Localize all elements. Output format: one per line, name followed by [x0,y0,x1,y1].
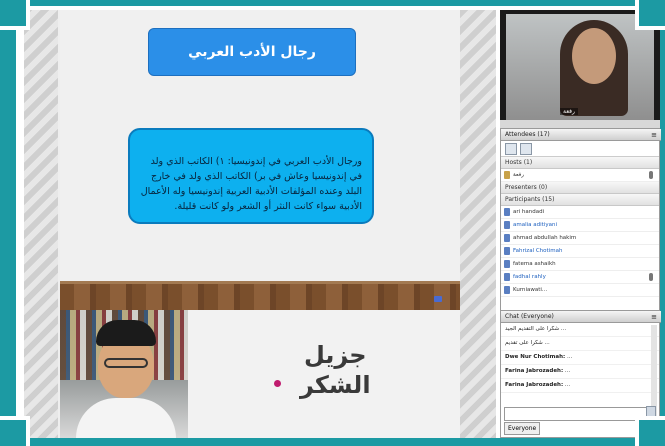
participants-group[interactable]: Participants (15) [501,194,659,206]
decorative-corner [635,0,665,30]
user-icon [504,286,510,294]
chat-header: Chat (Everyone) ≡ [501,311,661,323]
user-icon [504,260,510,268]
chat-message: Farina Jabrozadeh: ... [501,379,659,393]
user-icon [504,234,510,242]
pod-menu-icon[interactable]: ≡ [651,311,657,323]
slide-options-icon[interactable] [434,296,442,302]
thanks-text: جزيل الشكر [300,340,371,400]
attendee-row[interactable]: Kurniawati... [501,284,659,297]
chat-audience: (Everyone) [520,313,554,320]
chat-sender: Farina Jabrozadeh: [505,368,564,374]
right-panel: رفعة Attendees (17) ≡ Hosts (1) رفعة Pre… [500,10,661,438]
user-icon [504,208,510,216]
decorative-corner [635,416,665,446]
attendee-name: fadhal rahly [513,274,546,280]
chat-input[interactable] [504,407,649,421]
chat-text: شكرا على تقديم ... [505,340,550,346]
chat-message: شكرا على التقديم الجيد ... [501,323,659,337]
decorative-corner [0,416,30,446]
attendee-name: Fahrizal Chotimah [513,248,563,254]
chat-title: Chat [505,313,520,320]
attendee-row[interactable]: fatema ashaikh [501,258,659,271]
presenter-shirt [76,398,176,438]
user-icon [504,247,510,255]
decorative-corner [0,0,30,30]
chat-message: Dwe Nur Chotimah: ... [501,351,659,365]
microphone-icon [649,171,653,179]
chat-text: شكرا على التقديم الجيد ... [505,326,567,332]
attendees-toolbar [501,141,659,157]
chat-text: ... [564,368,571,374]
microphone-icon [649,273,653,281]
chat-sender: Dwe Nur Chotimah: [505,354,566,360]
attendee-row[interactable]: رفعة [501,169,659,182]
attendee-name: fatema ashaikh [513,261,556,267]
slide: رجال الأدب العربي ورجال الأدب العربي في … [60,10,460,310]
attendee-row[interactable]: ahmad abdullah hakim [501,232,659,245]
chat-scrollbar[interactable] [651,325,657,417]
chat-text: ... [567,354,573,360]
chat-sender: Farina Jabrozadeh: [505,382,564,388]
attendees-header: Attendees (17) ≡ [501,129,661,141]
hosts-group[interactable]: Hosts (1) [501,157,659,169]
attendees-title: Attendees (17) [505,131,550,138]
thanks-line-1: جزيل [303,341,367,369]
attendee-name: ahmad abdullah hakim [513,235,577,241]
attendee-row[interactable]: fadhal rahly [501,271,659,284]
presenter-panel: جزيل الشكر [60,310,460,438]
slide-body-text: ورجال الأدب العربي في إندونيسيا: ١) الكا… [128,128,374,224]
attendee-name: amalia aditiyani [513,222,557,228]
webcam-person-face [572,28,616,84]
host-user-icon [504,171,510,179]
stage-left-pattern [24,10,58,438]
webcam-name-label: رفعة [560,108,578,115]
pod-menu-icon[interactable]: ≡ [651,129,657,141]
thanks-line-2: الشكر [300,371,371,399]
list-view-icon[interactable] [505,143,517,155]
presenter-glasses [104,358,148,368]
bullet-dot [274,380,281,387]
chat-audience-select[interactable]: Everyone [504,422,541,435]
attendee-name: ari handadi [513,209,545,215]
attendee-name: Kurniawati... [513,287,548,293]
slide-title: رجال الأدب العربي [148,28,356,76]
presentation-stage: رجال الأدب العربي ورجال الأدب العربي في … [24,10,496,438]
chat-message: Farina Jabrozadeh: ... [501,365,659,379]
attendee-row[interactable]: Fahrizal Chotimah [501,245,659,258]
attendee-row[interactable]: ari handadi [501,206,659,219]
attendee-name: رفعة [513,172,524,178]
chat-text: ... [564,382,571,388]
status-view-icon[interactable] [520,143,532,155]
presenters-group[interactable]: Presenters (0) [501,182,659,194]
stage-right-pattern [460,10,496,438]
user-icon [504,221,510,229]
chat-message: شكرا على تقديم ... [501,337,659,351]
presenter-webcam [60,310,188,438]
user-icon [504,273,510,281]
presenter-cap [96,320,156,346]
attendee-row[interactable]: amalia aditiyani [501,219,659,232]
slide-floor-graphic [60,281,460,310]
attendees-pod: Attendees (17) ≡ Hosts (1) رفعة Presente… [500,128,661,316]
